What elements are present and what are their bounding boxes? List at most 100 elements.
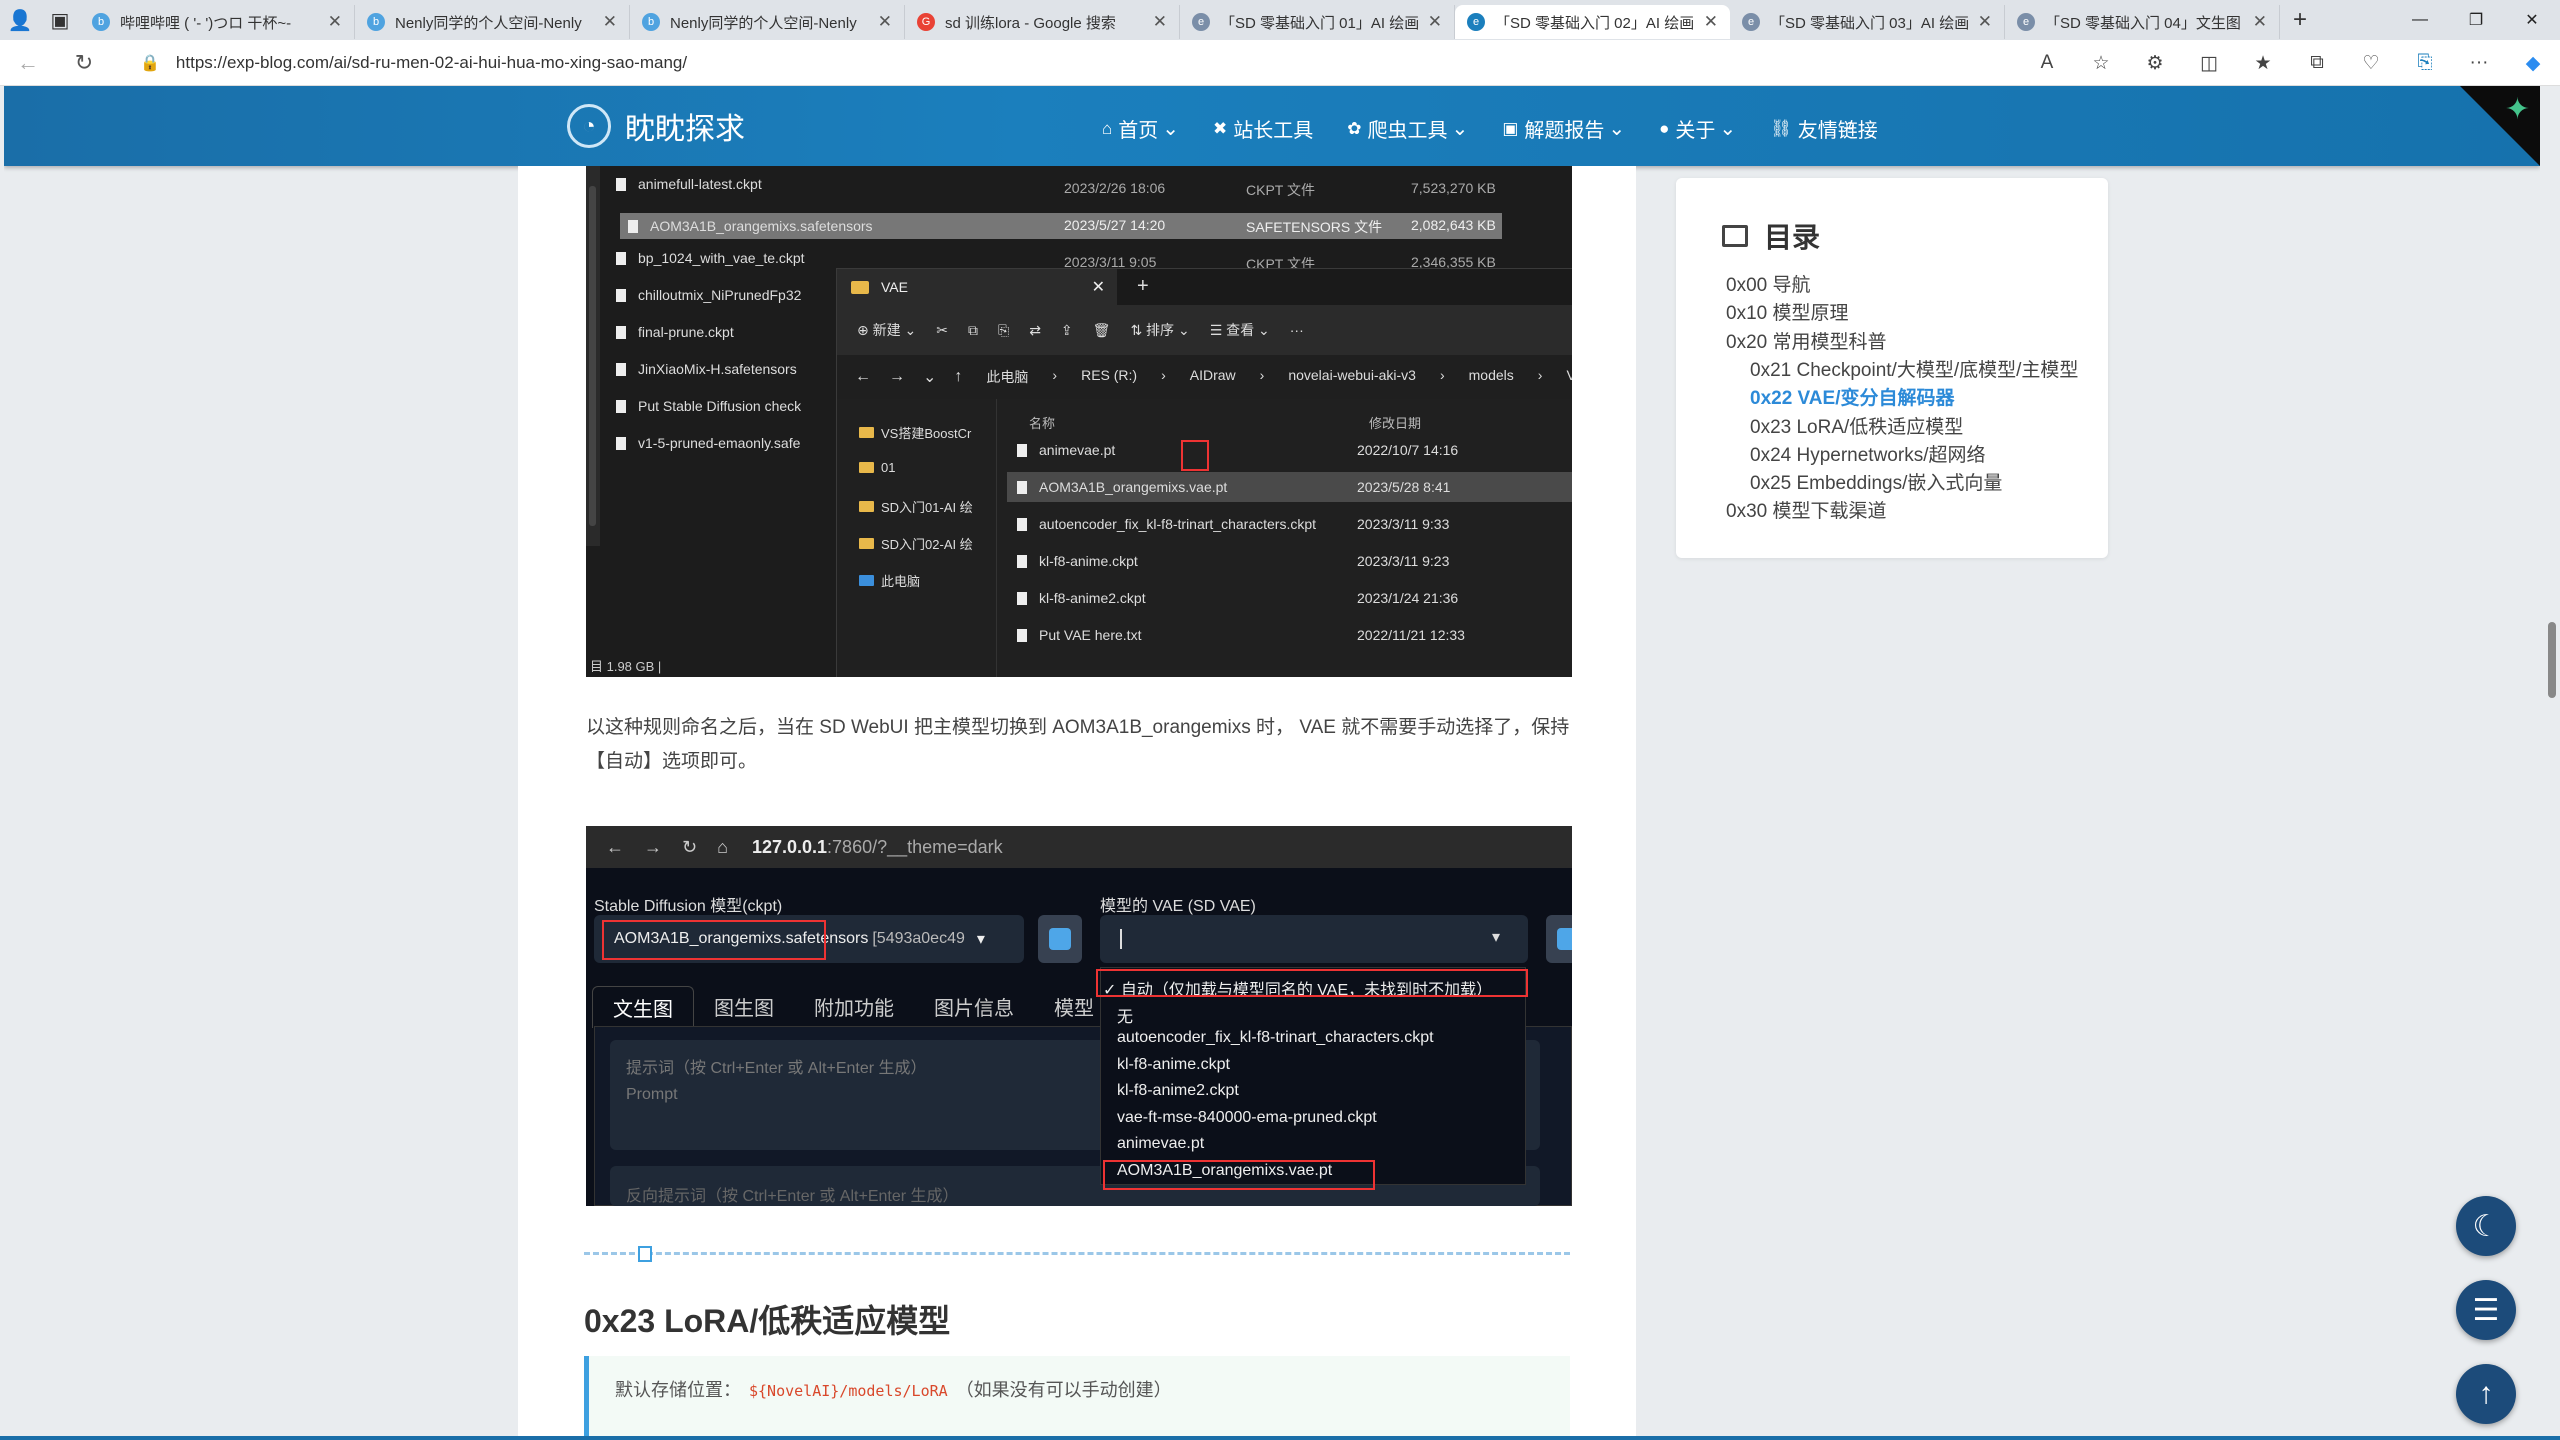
tab-favicon-icon: e (1742, 13, 1760, 31)
file-icon (1017, 517, 1027, 531)
close-window-icon[interactable]: ✕ (2504, 0, 2560, 40)
chevron-down-icon: ▾ (976, 931, 985, 948)
toc-item[interactable]: 0x00 导航 (1726, 270, 1810, 297)
browser-tab[interactable]: e 「SD 零基础入门 04」文生图 ✕ (2005, 5, 2280, 39)
browser-tab[interactable]: e 「SD 零基础入门 03」AI 绘画 ✕ (1730, 5, 2005, 39)
file-name: autoencoder_fix_kl-f8-trinart_characters… (1039, 516, 1317, 532)
breadcrumb-item: AIDraw (1189, 367, 1236, 383)
browser-tab[interactable]: b Nenly同学的个人空间-Nenly ✕ (355, 5, 630, 39)
menu-item[interactable]: ▣ 解题报告 ⌄ (1502, 114, 1625, 143)
github-cat-icon[interactable]: ✦ (2505, 92, 2530, 127)
file-date: 2022/10/7 14:16 (1357, 442, 1459, 458)
tab-close-icon[interactable]: ✕ (328, 12, 342, 32)
toc-item[interactable]: 0x24 Hypernetworks/超网络 (1750, 440, 1985, 467)
folder-icon (859, 538, 874, 549)
more-icon[interactable]: ··· (2452, 52, 2506, 74)
bottom-accent-line (0, 1436, 2560, 1440)
toc-item[interactable]: 0x25 Embeddings/嵌入式向量 (1750, 468, 2002, 495)
tab-title: Nenly同学的个人空间-Nenly (670, 14, 857, 32)
search-icon[interactable]: ⌕ (1844, 112, 1856, 138)
toc-item[interactable]: 0x20 常用模型科普 (1726, 327, 1886, 354)
file-name: kl-f8-anime.ckpt (1039, 553, 1138, 569)
dark-mode-button[interactable]: ☾ (2456, 1196, 2516, 1256)
col-name-header: 名称 (1029, 416, 1056, 431)
menu-item[interactable]: ⌂ 首页 ⌄ (1102, 114, 1179, 143)
tab-close-icon[interactable]: ✕ (1428, 12, 1442, 32)
tab-close-icon[interactable]: ✕ (1704, 12, 1718, 32)
minimize-icon[interactable]: — (2392, 0, 2448, 40)
tip-note: （如果没有可以手动创建） (955, 1380, 1172, 1400)
highlight-box-vaefile (1103, 1160, 1375, 1190)
tab-title: 「SD 零基础入门 01」AI 绘画 (1220, 14, 1420, 32)
sidebar-app-icon[interactable]: ⎘ (2398, 52, 2452, 74)
menu-item[interactable]: ● 关于 ⌄ (1659, 114, 1736, 143)
tab-close-icon[interactable]: ✕ (1153, 12, 1167, 32)
lock-icon[interactable]: 🔒 (140, 53, 160, 73)
toc-toggle-button[interactable]: ☰ (2456, 1280, 2516, 1340)
back-icon[interactable]: ← (0, 50, 56, 76)
split-screen-icon[interactable]: ◫ (2182, 52, 2236, 75)
file-row: animevae.pt 2022/10/7 14:16 (1007, 435, 1572, 465)
copilot-icon[interactable]: ◆ (2506, 52, 2560, 75)
scroll-thumb[interactable] (2548, 622, 2556, 698)
tab-close-icon[interactable]: ✕ (878, 12, 892, 32)
profile-icon[interactable]: 👤 (0, 0, 40, 40)
file-type: SAFETENSORS 文件 (1246, 219, 1383, 235)
menu-item[interactable]: ✖ 站长工具 (1213, 114, 1313, 143)
tab-close-icon[interactable]: ✕ (1978, 12, 1992, 32)
col-date-header: 修改日期 (1369, 416, 1422, 431)
toc-item[interactable]: 0x30 模型下载渠道 (1726, 496, 1886, 523)
tab-title: 「SD 零基础入门 04」文生图 (2045, 14, 2241, 32)
sidebar-item-label: 01 (881, 460, 896, 475)
menu-item-label: 站长工具 (1233, 120, 1314, 142)
address-bar-row: ← ↻ 🔒 https://exp-blog.com/ai/sd-ru-men-… (0, 40, 2560, 86)
home-icon: ⌂ (1102, 118, 1113, 138)
browser-tab[interactable]: e 「SD 零基础入门 01」AI 绘画 ✕ (1180, 5, 1455, 39)
close-icon: ✕ (1091, 279, 1105, 296)
bg-file-row: JinXiaoMix-H.safetensors (616, 361, 797, 377)
tab-title: 「SD 零基础入门 02」AI 绘画 (1495, 14, 1695, 32)
site-name: 眈眈探求 (625, 113, 745, 146)
tab-title: 「SD 零基础入门 03」AI 绘画 (1770, 14, 1970, 32)
restore-icon[interactable]: ❐ (2448, 0, 2504, 40)
browser-tab[interactable]: b 哔哩哔哩 ( '- ')つロ 干杯~- ✕ (80, 5, 355, 39)
tab-close-icon[interactable]: ✕ (603, 12, 617, 32)
tab-actions-icon[interactable]: ▣ (40, 0, 80, 40)
back-to-top-button[interactable]: ↑ (2456, 1364, 2516, 1424)
file-icon (1017, 591, 1027, 605)
chevron-down-icon: ⌄ (1162, 118, 1180, 140)
collections-icon[interactable]: ⧉ (2290, 52, 2344, 74)
browser-essentials-icon[interactable]: ♡ (2344, 52, 2398, 75)
read-aloud-icon[interactable]: A (2020, 52, 2074, 74)
site-logo[interactable]: ◔ 眈眈探求 (567, 104, 745, 148)
favorite-star-icon[interactable]: ☆ (2074, 52, 2128, 75)
favorites-icon[interactable]: ★ (2236, 52, 2290, 75)
file-name: Put Stable Diffusion check (638, 398, 802, 414)
refresh-vae-icon (1546, 915, 1572, 963)
up-arrow-icon: ↑ (954, 368, 963, 385)
toc-item[interactable]: 0x22 VAE/变分自解码器 (1750, 383, 1954, 410)
url-field[interactable]: 🔒 https://exp-blog.com/ai/sd-ru-men-02-a… (140, 46, 2080, 80)
browser-tab[interactable]: Gsd 训练lora - Google 搜索 ✕ (905, 5, 1180, 39)
new-tab-button[interactable]: + (2280, 6, 2320, 34)
toc-item[interactable]: 0x10 模型原理 (1726, 298, 1848, 325)
explorer-tool: ⇪ (1060, 321, 1073, 338)
file-name: Put VAE here.txt (1039, 627, 1142, 643)
page-scrollbar[interactable] (2546, 86, 2558, 1440)
menu-item[interactable]: ⛓ 友情链接 (1770, 114, 1878, 143)
chevron-down-icon: ▾ (1491, 929, 1500, 946)
file-row: Put VAE here.txt 2022/11/21 12:33 (1007, 620, 1572, 650)
tab-close-icon[interactable]: ✕ (2253, 12, 2267, 32)
toc-title: 目录 (1722, 216, 1820, 256)
browser-tab[interactable]: b Nenly同学的个人空间-Nenly ✕ (630, 5, 905, 39)
toc-item[interactable]: 0x21 Checkpoint/大模型/底模型/主模型 (1750, 355, 2078, 382)
menu-item[interactable]: ✿ 爬虫工具 ⌄ (1347, 114, 1468, 143)
webui-tab: 文生图 (592, 986, 694, 1028)
browser-tab[interactable]: e 「SD 零基础入门 02」AI 绘画 ✕ (1455, 5, 1730, 39)
file-date: 2023/2/26 18:06 (1064, 180, 1166, 196)
refresh-icon[interactable]: ↻ (56, 50, 112, 76)
toc-item[interactable]: 0x23 LoRA/低秩适应模型 (1750, 412, 1963, 439)
url-rest: :7860/?__theme=dark (827, 836, 1003, 857)
file-name: kl-f8-anime2.ckpt (1039, 590, 1146, 606)
extensions-icon[interactable]: ⚙ (2128, 52, 2182, 75)
